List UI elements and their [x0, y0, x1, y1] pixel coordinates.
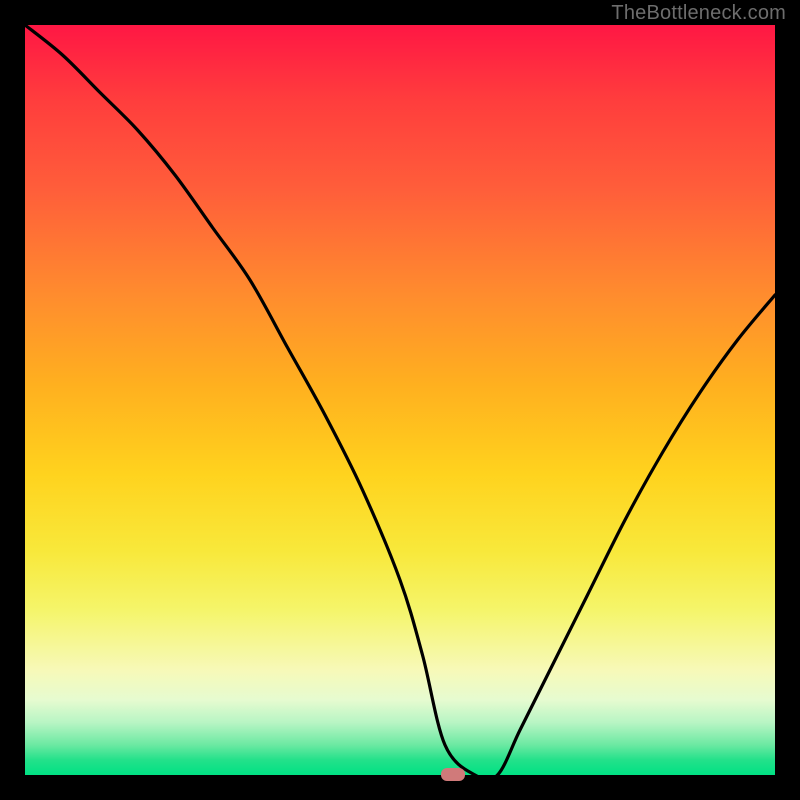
plot-area [25, 25, 775, 775]
chart-frame: TheBottleneck.com [0, 0, 800, 800]
bottleneck-curve [25, 25, 775, 775]
optimal-marker [441, 768, 465, 781]
watermark-text: TheBottleneck.com [611, 2, 786, 25]
